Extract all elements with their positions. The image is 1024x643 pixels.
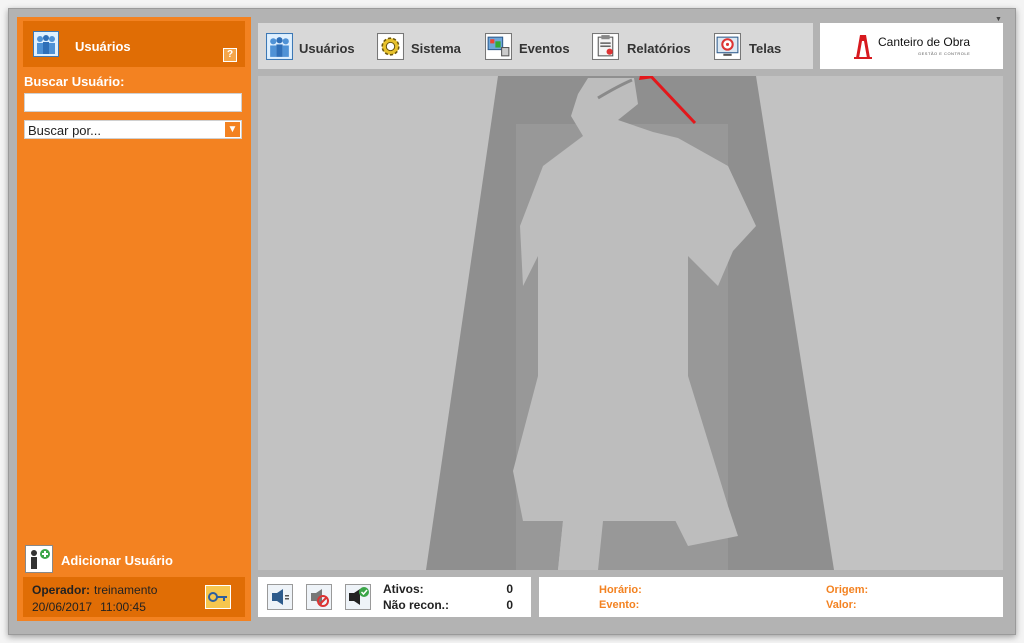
- toolbar-reports-label: Relatórios: [627, 41, 691, 56]
- logout-key-button[interactable]: [205, 585, 231, 609]
- add-user-icon: [25, 545, 53, 577]
- unrecognized-count-label: Não recon.:: [383, 598, 450, 612]
- sidebar: Usuários ? Buscar Usuário: Buscar por...…: [17, 17, 251, 621]
- main-content-area: [258, 76, 1003, 570]
- users-icon: [266, 33, 293, 65]
- toolbar-users-label: Usuários: [299, 41, 355, 56]
- status-panel-left: Ativos: 0 Não recon.: 0: [258, 577, 531, 617]
- operator-label: Operador:: [32, 583, 91, 597]
- worker-silhouette-illustration: [426, 76, 834, 570]
- reports-icon: [592, 33, 619, 65]
- toolbar-events-label: Eventos: [519, 41, 570, 56]
- brand-logo: Canteiro de Obra GESTÃO E CONTROLE: [820, 23, 1003, 69]
- sidebar-header: Usuários ?: [23, 21, 245, 67]
- sidebar-title: Usuários: [75, 39, 131, 54]
- gear-icon: [377, 33, 404, 65]
- search-by-value: Buscar por...: [28, 123, 101, 138]
- users-icon: [33, 31, 59, 62]
- operator-name: treinamento: [94, 583, 158, 597]
- reader-status-button[interactable]: [267, 584, 293, 610]
- session-time: 11:00:45: [100, 600, 146, 614]
- unrecognized-count-value: 0: [506, 598, 513, 612]
- search-user-input[interactable]: [24, 93, 242, 112]
- help-button[interactable]: ?: [223, 48, 237, 62]
- time-label: Horário:: [599, 584, 642, 596]
- value-label: Valor:: [826, 599, 857, 611]
- brand-logo-icon: [854, 35, 872, 59]
- add-user-button[interactable]: Adicionar Usuário: [25, 545, 173, 573]
- toolbar-screens-label: Telas: [749, 41, 782, 56]
- event-label: Evento:: [599, 599, 640, 611]
- active-count-label: Ativos:: [383, 582, 424, 596]
- speaker-muted-icon: [311, 589, 329, 607]
- screens-icon: [714, 33, 741, 65]
- brand-name: Canteiro de Obra: [878, 35, 971, 49]
- brand-tagline: GESTÃO E CONTROLE: [918, 51, 971, 56]
- reader-ok-button[interactable]: [345, 584, 371, 610]
- add-user-label: Adicionar Usuário: [61, 553, 173, 568]
- session-date: 20/06/2017: [32, 600, 93, 614]
- speaker-icon: [272, 589, 289, 605]
- toolbar-system-label: Sistema: [411, 41, 461, 56]
- search-by-select[interactable]: Buscar por... ▼: [24, 120, 242, 139]
- mute-reader-button[interactable]: [306, 584, 332, 610]
- key-icon: [208, 592, 227, 602]
- search-label: Buscar Usuário:: [24, 74, 125, 89]
- main-toolbar: Usuários Sistema Eventos Relatórios Tela…: [258, 23, 813, 69]
- event-info-panel: Horário: Evento: Origem: Valor:: [539, 577, 1003, 617]
- collapse-right-icon[interactable]: ▼: [995, 16, 1002, 23]
- operator-panel: Operador: treinamento 20/06/2017 11:00:45: [23, 577, 245, 617]
- reader-counts: Ativos: 0 Não recon.: 0: [383, 582, 513, 614]
- active-count-value: 0: [506, 582, 513, 596]
- chevron-down-icon[interactable]: ▼: [225, 122, 240, 137]
- origin-label: Origem:: [826, 584, 869, 596]
- speaker-check-icon: [349, 587, 369, 605]
- events-icon: [485, 33, 512, 65]
